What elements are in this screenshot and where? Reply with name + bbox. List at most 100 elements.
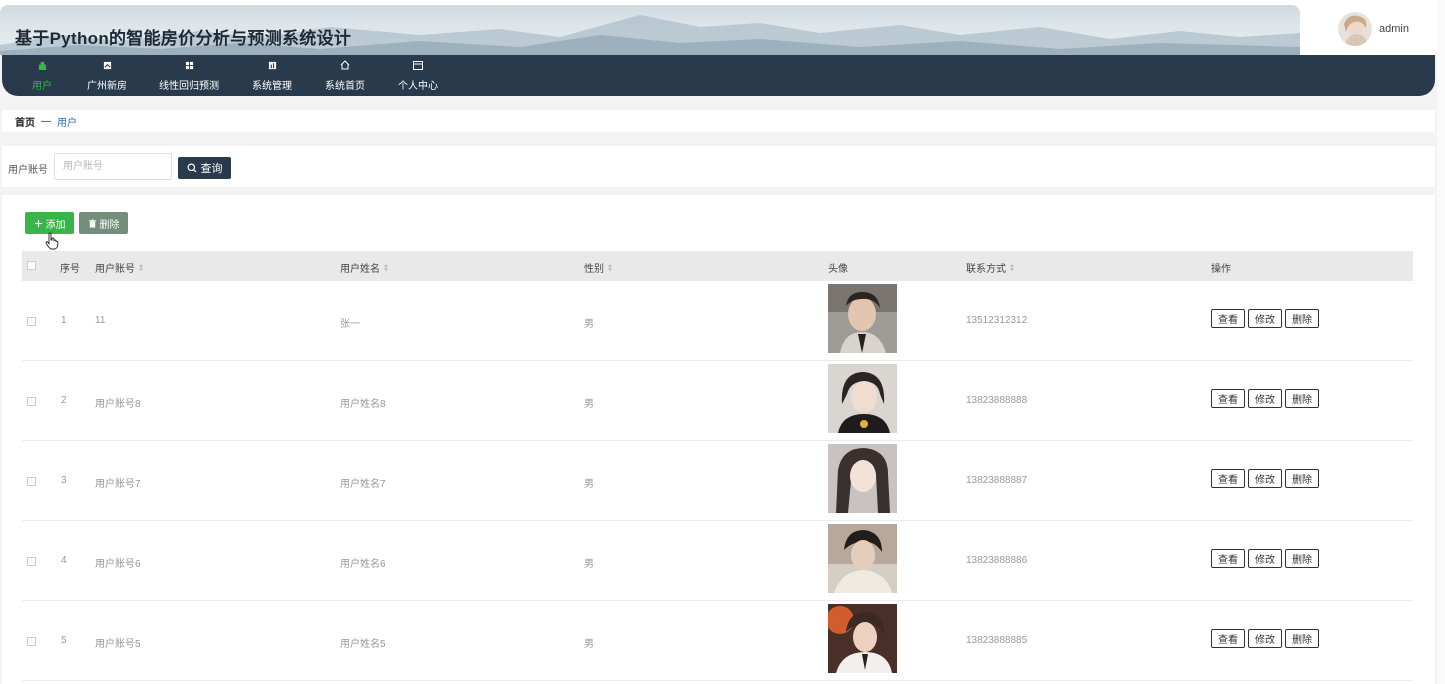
- table-row: 1 11 张一 男 13512312312 查看 修改 删除: [22, 281, 1413, 361]
- row-checkbox[interactable]: [27, 557, 36, 566]
- username[interactable]: admin: [1379, 23, 1409, 35]
- row-actions: 查看 修改 删除: [1211, 309, 1319, 328]
- sort-icon[interactable]: [384, 264, 388, 271]
- trash-icon: [88, 218, 96, 228]
- nav-label: 系统首页: [325, 81, 365, 92]
- col-gender[interactable]: 性别: [584, 260, 612, 275]
- col-phone[interactable]: 联系方式: [966, 260, 1014, 275]
- nav-item-personal-center[interactable]: 个人中心: [397, 55, 439, 96]
- nav-label: 广州新房: [87, 81, 127, 92]
- edit-button[interactable]: 修改: [1248, 549, 1282, 568]
- row-actions: 查看 修改 删除: [1211, 629, 1319, 648]
- row-index: 2: [61, 395, 67, 406]
- view-button[interactable]: 查看: [1211, 309, 1245, 328]
- row-name: 张一: [340, 319, 360, 330]
- breadcrumb-home[interactable]: 首页: [15, 114, 35, 129]
- row-checkbox[interactable]: [27, 317, 36, 326]
- view-button[interactable]: 查看: [1211, 629, 1245, 648]
- sort-icon[interactable]: [1010, 264, 1014, 271]
- view-button[interactable]: 查看: [1211, 469, 1245, 488]
- view-button[interactable]: 查看: [1211, 389, 1245, 408]
- row-index: 1: [61, 315, 67, 326]
- breadcrumb-separator: —: [41, 115, 51, 127]
- table-row: 4 用户账号6 用户姓名6 男 13823888886 查看 修改 删除: [22, 521, 1413, 601]
- delete-button[interactable]: 删除: [1285, 389, 1319, 408]
- user-list-panel: 添加 删除 序号 用户账号 用户姓名 性别 头像 联系方式 操作 1 11 张一…: [2, 195, 1435, 684]
- add-button-label: 添加: [45, 219, 66, 231]
- nav-item-system-management[interactable]: 系统管理: [251, 55, 293, 96]
- delete-button[interactable]: 删除: [1285, 629, 1319, 648]
- search-button[interactable]: 查询: [178, 157, 231, 179]
- profile-icon: [413, 59, 423, 71]
- row-index: 4: [61, 555, 67, 566]
- view-button[interactable]: 查看: [1211, 549, 1245, 568]
- select-all-checkbox[interactable]: [27, 261, 36, 270]
- col-account[interactable]: 用户账号: [95, 260, 143, 275]
- building-icon: [103, 59, 112, 71]
- row-avatar-image: [828, 524, 897, 593]
- nav-item-system-home[interactable]: 系统首页: [324, 55, 366, 96]
- row-gender: 男: [584, 319, 594, 330]
- sort-icon[interactable]: [139, 264, 143, 271]
- row-name: 用户姓名8: [340, 399, 386, 410]
- top-nav: 用户 广州新房 线性回归预测 系统管理 系统首页 个人中心: [2, 55, 1435, 96]
- row-checkbox[interactable]: [27, 477, 36, 486]
- edit-button[interactable]: 修改: [1248, 389, 1282, 408]
- table-row: 2 用户账号8 用户姓名8 男 13823888888 查看 修改 删除: [22, 361, 1413, 441]
- nav-item-linear-regression[interactable]: 线性回归预测: [158, 55, 220, 96]
- search-label: 用户账号: [8, 165, 48, 176]
- account-search-input[interactable]: [54, 153, 172, 180]
- row-account: 用户账号6: [95, 559, 141, 570]
- nav-item-guangzhou-new-homes[interactable]: 广州新房: [86, 55, 128, 96]
- row-gender: 男: [584, 639, 594, 650]
- grid-icon: [185, 59, 194, 71]
- row-name: 用户姓名7: [340, 479, 386, 490]
- breadcrumb-current: 用户: [57, 117, 77, 129]
- edit-button[interactable]: 修改: [1248, 309, 1282, 328]
- row-phone: 13823888888: [966, 395, 1028, 406]
- row-checkbox[interactable]: [27, 637, 36, 646]
- row-phone: 13512312312: [966, 315, 1028, 326]
- delete-button[interactable]: 删除: [1285, 309, 1319, 328]
- delete-button[interactable]: 删除: [1285, 549, 1319, 568]
- edit-button[interactable]: 修改: [1248, 469, 1282, 488]
- batch-delete-button[interactable]: 删除: [79, 212, 128, 234]
- header-banner: 基于Python的智能房价分析与预测系统设计: [0, 5, 1300, 55]
- admin-avatar[interactable]: [1338, 12, 1372, 46]
- row-checkbox[interactable]: [27, 397, 36, 406]
- home-icon: [340, 59, 350, 71]
- delete-button[interactable]: 删除: [1285, 469, 1319, 488]
- row-index: 5: [61, 635, 67, 646]
- plus-icon: [34, 219, 42, 227]
- search-button-label: 查询: [200, 163, 223, 175]
- scrollbar-track[interactable]: [1437, 0, 1445, 684]
- row-name: 用户姓名5: [340, 639, 386, 650]
- col-name[interactable]: 用户姓名: [340, 260, 388, 275]
- row-avatar-image: [828, 284, 897, 353]
- row-phone: 13823888886: [966, 555, 1028, 566]
- search-icon: [187, 163, 196, 173]
- table-header: 序号 用户账号 用户姓名 性别 头像 联系方式 操作: [22, 251, 1413, 281]
- row-name: 用户姓名6: [340, 559, 386, 570]
- add-button[interactable]: 添加: [25, 212, 74, 234]
- nav-label: 系统管理: [252, 81, 292, 92]
- row-avatar-image: [828, 364, 897, 433]
- nav-label: 个人中心: [398, 81, 438, 92]
- chart-icon: [268, 59, 277, 71]
- col-index: 序号: [60, 264, 80, 275]
- edit-button[interactable]: 修改: [1248, 629, 1282, 648]
- nav-item-users[interactable]: 用户: [30, 55, 54, 96]
- row-avatar-image: [828, 604, 897, 673]
- col-account-label: 用户账号: [95, 264, 135, 275]
- sort-icon[interactable]: [608, 264, 612, 271]
- row-account: 用户账号8: [95, 399, 141, 410]
- app-title: 基于Python的智能房价分析与预测系统设计: [15, 29, 352, 48]
- col-gender-label: 性别: [584, 264, 604, 275]
- batch-delete-label: 删除: [99, 219, 120, 231]
- row-phone: 13823888885: [966, 635, 1028, 646]
- row-avatar-image: [828, 444, 897, 513]
- user-icon: [38, 59, 47, 71]
- nav-label: 线性回归预测: [159, 81, 219, 92]
- search-bar: 用户账号 查询: [2, 146, 1435, 187]
- row-phone: 13823888887: [966, 475, 1028, 486]
